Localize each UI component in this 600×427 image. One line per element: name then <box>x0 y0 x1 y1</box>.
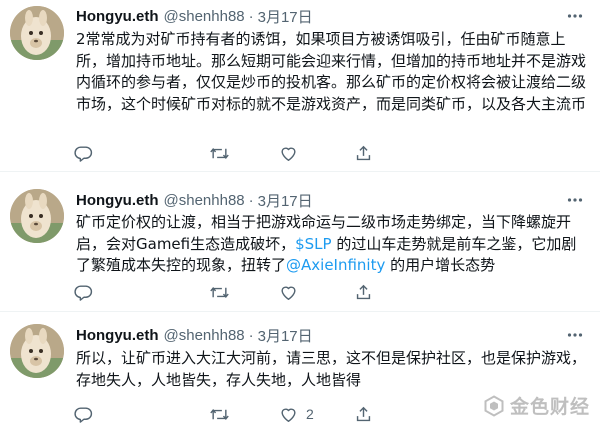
tweet-header: Hongyu.eth @shenhh88 · 3月17日 <box>76 325 560 345</box>
tweet[interactable]: Hongyu.eth @shenhh88 · 3月17日 所以，让矿币进入大江大… <box>0 312 600 427</box>
like-button[interactable] <box>279 281 306 303</box>
more-options-button[interactable] <box>564 325 586 345</box>
retweet-icon <box>210 408 229 420</box>
tweet-date[interactable]: 3月17日 <box>258 325 313 346</box>
reply-icon <box>74 145 93 162</box>
tweet-text: 2常常成为对矿币持有者的诱饵，如果项目方被诱饵吸引，任由矿币随意上所，增加持币地… <box>76 29 588 115</box>
tweet-header: Hongyu.eth @shenhh88 · 3月17日 <box>76 6 560 26</box>
tweet-actions <box>74 142 454 164</box>
retweet-button[interactable] <box>209 403 238 425</box>
avatar[interactable] <box>10 6 64 60</box>
more-icon <box>567 14 583 18</box>
tweet[interactable]: Hongyu.eth @shenhh88 · 3月17日 矿币定价权的让渡，相当… <box>0 172 600 312</box>
tweet-text: 所以，让矿币进入大江大河前，请三思，这不但是保护社区，也是保护游戏，存地失人，人… <box>76 348 588 391</box>
like-icon <box>281 147 296 161</box>
tweet-actions: 2 <box>74 403 454 425</box>
watermark: 金色财经 <box>483 392 590 419</box>
more-icon <box>567 333 583 337</box>
cashtag-link[interactable]: $SLP <box>295 235 331 253</box>
retweet-button[interactable] <box>209 281 238 303</box>
reply-icon <box>74 284 93 301</box>
alpaca-avatar-icon <box>10 324 64 378</box>
share-icon <box>356 284 371 299</box>
like-count: 2 <box>306 406 314 422</box>
reply-button[interactable] <box>74 403 101 425</box>
more-options-button[interactable] <box>564 6 586 26</box>
author-name[interactable]: Hongyu.eth <box>76 8 159 25</box>
share-button[interactable] <box>354 403 373 425</box>
share-icon <box>356 406 371 421</box>
reply-icon <box>74 406 93 423</box>
author-handle[interactable]: @shenhh88 <box>164 327 245 344</box>
retweet-button[interactable] <box>209 142 238 164</box>
separator-dot: · <box>248 7 254 25</box>
like-button[interactable] <box>279 142 306 164</box>
jinse-logo-icon <box>484 394 504 417</box>
author-name[interactable]: Hongyu.eth <box>76 192 159 209</box>
share-button[interactable] <box>354 142 373 164</box>
more-icon <box>567 198 583 202</box>
share-icon <box>356 145 371 160</box>
tweet-date[interactable]: 3月17日 <box>258 6 313 27</box>
tweet-header: Hongyu.eth @shenhh88 · 3月17日 <box>76 190 560 210</box>
like-icon <box>281 286 296 300</box>
share-button[interactable] <box>354 281 373 303</box>
tweet-thread: Hongyu.eth @shenhh88 · 3月17日 2常常成为对矿币持有者… <box>0 0 600 427</box>
more-options-button[interactable] <box>564 190 586 210</box>
author-handle[interactable]: @shenhh88 <box>164 8 245 25</box>
author-name[interactable]: Hongyu.eth <box>76 327 159 344</box>
mention-link[interactable]: @AxieInfinity <box>286 256 385 274</box>
tweet-date[interactable]: 3月17日 <box>258 190 313 211</box>
reply-button[interactable] <box>74 142 101 164</box>
like-icon <box>281 408 296 422</box>
retweet-icon <box>210 286 229 298</box>
tweet-text-segment: 2常常成为对矿币持有者的诱饵，如果项目方被诱饵吸引，任由矿币随意上所，增加持币地… <box>76 30 587 113</box>
tweet[interactable]: Hongyu.eth @shenhh88 · 3月17日 2常常成为对矿币持有者… <box>0 0 600 172</box>
avatar[interactable] <box>10 324 64 378</box>
retweet-icon <box>210 147 229 159</box>
tweet-actions <box>74 281 454 303</box>
separator-dot: · <box>248 326 254 344</box>
like-button[interactable]: 2 <box>279 403 314 425</box>
alpaca-avatar-icon <box>10 189 64 243</box>
separator-dot: · <box>248 191 254 209</box>
tweet-text-segment: 的用户增长态势 <box>385 256 496 274</box>
tweet-text: 矿币定价权的让渡，相当于把游戏命运与二级市场走势绑定，当下降螺旋开启，会对Gam… <box>76 212 588 277</box>
watermark-text: 金色财经 <box>509 396 590 418</box>
avatar[interactable] <box>10 189 64 243</box>
tweet-text-segment: 所以，让矿币进入大江大河前，请三思，这不但是保护社区，也是保护游戏，存地失人，人… <box>76 349 587 389</box>
author-handle[interactable]: @shenhh88 <box>164 192 245 209</box>
reply-button[interactable] <box>74 281 101 303</box>
alpaca-avatar-icon <box>10 6 64 60</box>
